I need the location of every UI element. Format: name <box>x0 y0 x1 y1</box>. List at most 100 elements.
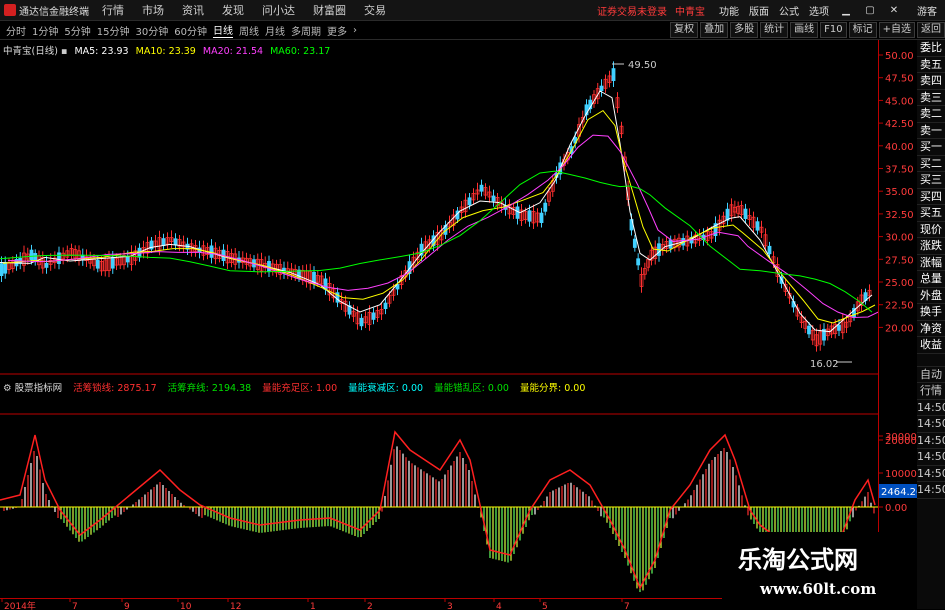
candle-body <box>479 184 484 192</box>
guest-label[interactable]: 游客 <box>917 3 937 18</box>
huochou-qixian-value: 2194.38 <box>211 383 252 394</box>
liangneng-shuaijian-value: 0.00 <box>401 383 424 394</box>
settings-icon[interactable]: ⚙ <box>3 383 12 394</box>
f10-button[interactable]: F10 <box>820 22 847 38</box>
period-monthly[interactable]: 月线 <box>265 23 285 38</box>
side-tab-10[interactable]: 买五 <box>917 205 945 222</box>
period-daily[interactable]: 日线 <box>212 22 233 38</box>
period-15min[interactable]: 15分钟 <box>97 23 130 38</box>
period-multi[interactable]: 多周期 <box>291 23 321 38</box>
side-tab-8[interactable]: 买三 <box>917 172 945 189</box>
candle-body <box>632 238 637 248</box>
duogu-button[interactable]: 多股 <box>730 22 759 38</box>
side-bottom-item-3: 14:50 <box>917 416 945 433</box>
side-bottom-item-4: 14:50 <box>917 433 945 449</box>
candlesticks <box>0 61 872 352</box>
price-tick-label: 30.00 <box>885 233 914 244</box>
side-tab-13[interactable]: 涨幅 <box>917 255 945 271</box>
huochou-qixian-label: 活筹弃线: <box>167 383 209 394</box>
side-tab-0[interactable]: 委比 <box>917 40 945 57</box>
menu-zixun[interactable]: 资讯 <box>182 2 204 18</box>
liangneng-fenjie-value: 0.00 <box>564 383 586 394</box>
side-bottom-item-2: 14:50 <box>917 400 945 416</box>
side-tab-5[interactable]: 卖一 <box>917 123 945 139</box>
menu-hangqing[interactable]: 行情 <box>102 2 124 18</box>
price-tick-label: 45.00 <box>885 96 914 107</box>
tool-buttons: 复权 叠加 多股 统计 画线 F10 标记 +自选 返回 <box>668 21 945 39</box>
side-tab-7[interactable]: 买二 <box>917 156 945 172</box>
candle-body <box>95 259 100 269</box>
period-5min[interactable]: 5分钟 <box>64 23 90 38</box>
side-tab-18[interactable]: 收益 <box>917 337 945 354</box>
price-tick-label: 25.00 <box>885 278 914 289</box>
menu-gongshi[interactable]: 公式 <box>779 3 799 18</box>
candle-body <box>636 258 641 266</box>
liangneng-chongzu-value: 1.00 <box>315 383 338 394</box>
menu-banmian[interactable]: 版面 <box>749 3 769 18</box>
menu-caifuquan[interactable]: 财富圈 <box>313 2 346 18</box>
price-tick-label: 32.50 <box>885 210 914 221</box>
menu-gongneng[interactable]: 功能 <box>719 3 739 18</box>
dropdown-icon[interactable]: ▪ <box>61 46 67 57</box>
side-bottom-item-1[interactable]: 行情 <box>917 383 945 400</box>
kline-chart[interactable]: 49.50 16.02 <box>0 40 878 600</box>
candle-body <box>173 238 178 246</box>
maximize-icon[interactable]: ▢ <box>863 5 877 16</box>
candle-body <box>527 210 532 222</box>
period-30min[interactable]: 30分钟 <box>135 23 168 38</box>
price-tick-label: 50.00 <box>885 51 914 62</box>
huochou-suoxian-value: 2875.17 <box>117 383 157 394</box>
liangneng-shuaijian-label: 量能衰减区: <box>348 383 399 394</box>
diejia-button[interactable]: 叠加 <box>700 22 729 38</box>
side-tab-4[interactable]: 卖二 <box>917 106 945 123</box>
liangneng-cuoluan-value: 0.00 <box>487 383 509 394</box>
side-tab-11[interactable]: 现价 <box>917 222 945 238</box>
side-tab-6[interactable]: 买一 <box>917 139 945 156</box>
candle-body <box>767 245 772 255</box>
candle-body <box>29 249 34 261</box>
indicator-tick-label: 0.00 <box>885 503 907 514</box>
period-weekly[interactable]: 周线 <box>239 23 259 38</box>
price-tick-label: 22.50 <box>885 301 914 312</box>
period-fenshi[interactable]: 分时 <box>6 23 26 38</box>
fanhui-button[interactable]: 返回 <box>917 22 945 38</box>
fuquan-button[interactable]: 复权 <box>670 22 699 38</box>
zixuan-button[interactable]: +自选 <box>878 22 915 38</box>
high-price-label: 49.50 <box>628 60 657 71</box>
biaoji-button[interactable]: 标记 <box>848 22 877 38</box>
candle-body <box>599 85 604 91</box>
side-tab-9[interactable]: 买四 <box>917 189 945 205</box>
side-tab-16[interactable]: 换手 <box>917 304 945 321</box>
login-status[interactable]: 证券交易未登录 <box>597 3 667 18</box>
chevron-right-icon[interactable]: › <box>353 25 357 36</box>
side-tab-2[interactable]: 卖四 <box>917 73 945 90</box>
candle-body <box>383 302 388 310</box>
period-more[interactable]: 更多 <box>327 23 347 38</box>
candle-body <box>125 256 130 263</box>
menu-bar: 通达信金融终端 行情 市场 资讯 发现 问小达 财富圈 交易 证券交易未登录 中… <box>0 0 945 21</box>
side-tab-12[interactable]: 涨跌 <box>917 238 945 255</box>
liangneng-chongzu-label: 量能充足区: <box>262 383 313 394</box>
side-tab-1[interactable]: 卖五 <box>917 57 945 73</box>
app-title: 通达信金融终端 <box>19 6 89 18</box>
side-bottom-item-0[interactable]: 自动 <box>917 367 945 383</box>
candle-body <box>743 208 748 220</box>
side-tab-17[interactable]: 净资 <box>917 321 945 337</box>
close-icon[interactable]: ✕ <box>887 5 901 16</box>
menu-xuanxiang[interactable]: 选项 <box>809 3 829 18</box>
menu-jiaoyi[interactable]: 交易 <box>364 2 386 18</box>
candle-body <box>755 221 760 231</box>
huaxian-button[interactable]: 画线 <box>790 22 819 38</box>
side-tab-3[interactable]: 卖三 <box>917 90 945 106</box>
app-logo: 通达信金融终端 <box>0 3 93 18</box>
menu-shichang[interactable]: 市场 <box>142 2 164 18</box>
period-60min[interactable]: 60分钟 <box>174 23 207 38</box>
ma20-label: MA20: 21.54 <box>202 46 264 57</box>
menu-wenxiaoda[interactable]: 问小达 <box>262 2 295 18</box>
tongji-button[interactable]: 统计 <box>760 22 789 38</box>
minimize-icon[interactable]: ▁ <box>839 5 853 16</box>
period-1min[interactable]: 1分钟 <box>32 23 58 38</box>
side-tab-14[interactable]: 总量 <box>917 271 945 288</box>
side-tab-15[interactable]: 外盘 <box>917 288 945 304</box>
menu-faxian[interactable]: 发现 <box>222 2 244 18</box>
